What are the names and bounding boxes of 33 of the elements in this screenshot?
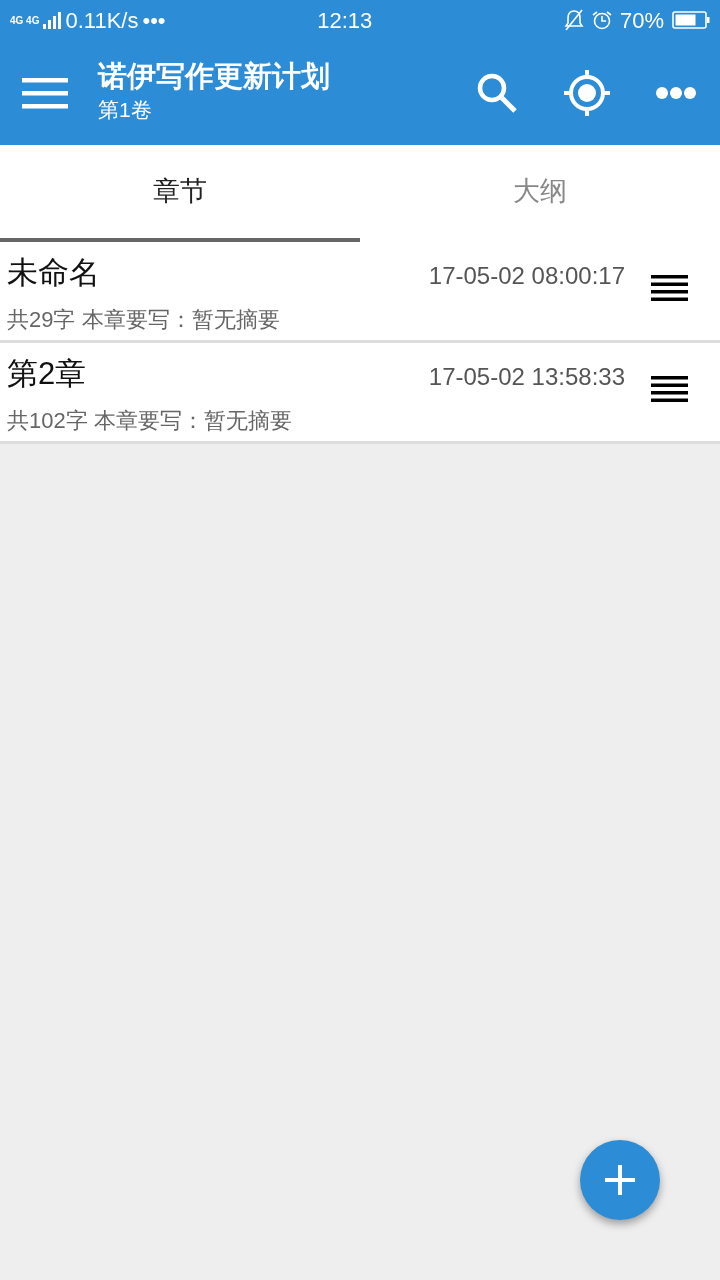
menu-button[interactable]: [22, 76, 68, 109]
add-button[interactable]: [580, 1140, 660, 1220]
app-title: 诺伊写作更新计划: [98, 59, 331, 95]
menu-icon: [22, 76, 68, 109]
battery-icon: [672, 10, 710, 30]
chapter-title: 未命名: [7, 254, 100, 292]
chapter-row[interactable]: 第2章 17-05-02 13:58:33 共102字 本章要写：暂无摘要: [0, 343, 720, 444]
drag-handle-icon: [651, 376, 688, 402]
chapter-title: 第2章: [7, 355, 87, 393]
plus-icon: [604, 1164, 636, 1196]
search-icon: [476, 71, 518, 114]
locate-button[interactable]: [562, 67, 612, 118]
chapter-row[interactable]: 未命名 17-05-02 08:00:17 共29字 本章要写：暂无摘要: [0, 242, 720, 343]
more-icon: [656, 85, 696, 100]
chapter-summary: 共102字 本章要写：暂无摘要: [7, 406, 293, 435]
chapter-time: 17-05-02 08:00:17: [428, 261, 625, 291]
more-indicator: •••: [142, 6, 166, 35]
volume-subtitle: 第1卷: [98, 97, 153, 124]
network-speed: 0.11K/s: [65, 6, 139, 35]
search-button[interactable]: [476, 71, 518, 114]
signal-icon: [43, 11, 62, 29]
drag-handle[interactable]: [651, 376, 688, 402]
drag-handle-icon: [651, 275, 688, 301]
battery-percent: 70%: [619, 6, 664, 35]
crosshair-icon: [562, 67, 612, 118]
chapter-summary: 共29字 本章要写：暂无摘要: [7, 305, 281, 334]
clock: 12:13: [317, 7, 373, 33]
network-label: 4G 4G: [10, 13, 40, 28]
drag-handle[interactable]: [651, 275, 688, 301]
bell-muted-icon: [563, 9, 584, 31]
chapter-time: 17-05-02 13:58:33: [428, 362, 625, 392]
more-button[interactable]: [656, 85, 696, 100]
alarm-clock-icon: [591, 10, 612, 30]
